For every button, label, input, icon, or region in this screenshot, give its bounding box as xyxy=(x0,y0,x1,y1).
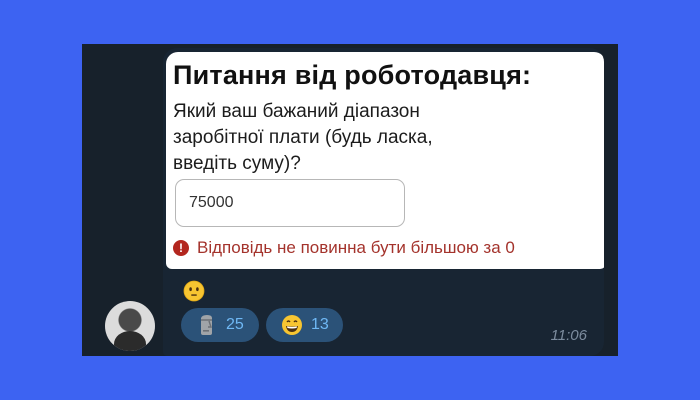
salary-input: 75000 xyxy=(175,179,405,227)
question-title: Питання від роботодавця: xyxy=(173,60,532,90)
avatar-silhouette xyxy=(114,331,146,351)
question-text: Який ваш бажаний діапазон заробітної пла… xyxy=(173,101,433,174)
grinning-face-icon xyxy=(282,315,302,335)
attached-screenshot[interactable]: Питання від роботодавця: Який ваш бажани… xyxy=(166,52,604,269)
reaction-moai[interactable]: 25 xyxy=(181,308,259,342)
reaction-grinning-face[interactable]: 13 xyxy=(266,308,343,342)
reaction-count: 13 xyxy=(311,316,329,333)
flushed-face-emoji-icon xyxy=(183,280,205,302)
error-message: Відповідь не повинна бути більшою за 0 xyxy=(197,238,515,257)
error-icon: ! xyxy=(173,240,189,256)
message-timestamp: 11:06 xyxy=(550,327,587,344)
avatar[interactable] xyxy=(105,301,155,351)
validation-error: ! Відповідь не повинна бути більшою за 0 xyxy=(173,238,515,258)
message-bubble[interactable]: Питання від роботодавця: Який ваш бажани… xyxy=(163,48,604,356)
moai-icon xyxy=(201,315,212,335)
reaction-count: 25 xyxy=(226,316,244,333)
